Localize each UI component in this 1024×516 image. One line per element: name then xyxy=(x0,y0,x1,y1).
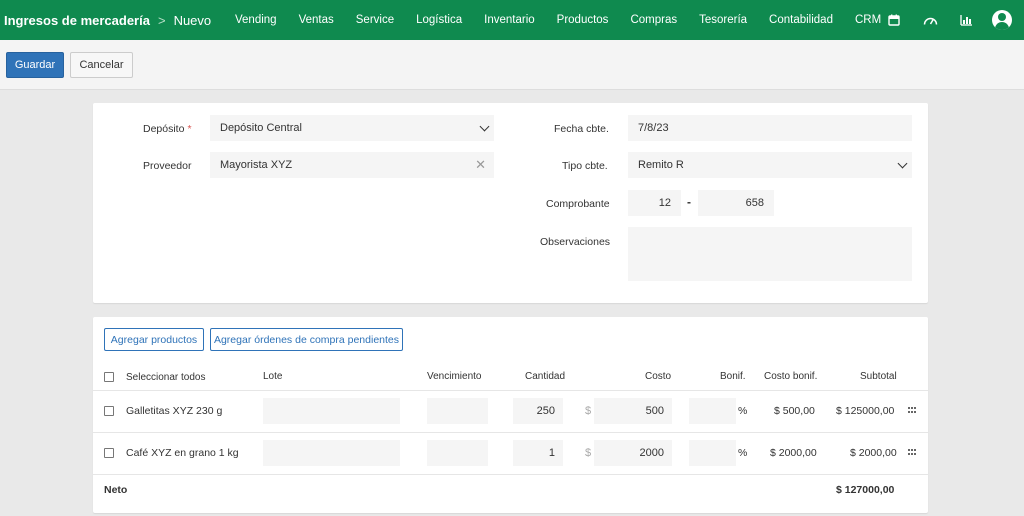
breadcrumb-current: Nuevo xyxy=(173,12,212,28)
costo-bonif-value: $ 2000,00 xyxy=(770,447,817,459)
costo-input[interactable]: 500 xyxy=(594,398,672,424)
lote-input[interactable] xyxy=(263,398,400,424)
add-products-button[interactable]: Agregar productos xyxy=(104,328,204,351)
nav-item-productos[interactable]: Productos xyxy=(557,14,609,26)
observaciones-label: Observaciones xyxy=(540,236,611,248)
column-header-bonif: Bonif. xyxy=(720,371,746,382)
column-header-vencimiento: Vencimiento xyxy=(427,371,482,382)
user-icon[interactable] xyxy=(992,10,1012,30)
row-checkbox[interactable] xyxy=(104,448,114,458)
tipo-value: Remito R xyxy=(638,159,684,171)
comprobante-numero-input[interactable]: 658 xyxy=(698,190,774,216)
neto-value: $ 127000,00 xyxy=(836,484,895,496)
bonif-input[interactable] xyxy=(689,440,736,466)
lote-input[interactable] xyxy=(263,440,400,466)
nav-item-vending[interactable]: Vending xyxy=(235,14,277,26)
proveedor-field[interactable]: Mayorista XYZ ✕ xyxy=(210,152,494,178)
nav-icons xyxy=(884,0,1024,40)
proveedor-value: Mayorista XYZ xyxy=(220,159,293,171)
currency-symbol: $ xyxy=(585,405,592,417)
fecha-value: 7/8/23 xyxy=(638,122,669,134)
module-title[interactable]: Ingresos de mercadería xyxy=(4,13,150,28)
proveedor-label: Proveedor xyxy=(143,160,192,172)
required-marker: * xyxy=(187,123,192,135)
observaciones-textarea[interactable] xyxy=(628,227,912,281)
percent-symbol: % xyxy=(738,405,748,417)
clear-icon[interactable]: ✕ xyxy=(475,157,486,173)
nav-item-tesoreria[interactable]: Tesorería xyxy=(699,14,747,26)
select-all-label: Seleccionar todos xyxy=(126,372,206,383)
nav-item-compras[interactable]: Compras xyxy=(630,14,677,26)
cantidad-input[interactable]: 250 xyxy=(513,398,563,424)
chart-icon[interactable] xyxy=(956,10,976,30)
nav-item-contabilidad[interactable]: Contabilidad xyxy=(769,14,833,26)
column-header-cantidad: Cantidad xyxy=(525,371,566,382)
tipo-label: Tipo cbte. xyxy=(562,160,608,172)
comprobante-dash: - xyxy=(687,195,691,209)
vencimiento-input[interactable] xyxy=(427,440,488,466)
row-checkbox[interactable] xyxy=(104,406,114,416)
add-pending-orders-button[interactable]: Agregar órdenes de compra pendientes xyxy=(210,328,403,351)
top-nav-bar: Ingresos de mercadería > Nuevo Vending V… xyxy=(0,0,1024,40)
chevron-down-icon xyxy=(897,158,908,169)
neto-label: Neto xyxy=(104,484,128,496)
comprobante-label: Comprobante xyxy=(546,198,610,210)
product-name: Galletitas XYZ 230 g xyxy=(126,405,223,417)
product-name: Café XYZ en grano 1 kg xyxy=(126,447,239,459)
costo-input[interactable]: 2000 xyxy=(594,440,672,466)
dashboard-icon[interactable] xyxy=(920,10,940,30)
deposito-label: Depósito * xyxy=(143,123,192,135)
tipo-select[interactable]: Remito R xyxy=(628,152,912,178)
bonif-input[interactable] xyxy=(689,398,736,424)
deposito-select[interactable]: Depósito Central xyxy=(210,115,494,141)
select-all-checkbox[interactable] xyxy=(104,372,114,382)
action-toolbar: Guardar Cancelar xyxy=(0,40,1024,90)
nav-item-logistica[interactable]: Logística xyxy=(416,14,462,26)
column-header-lote: Lote xyxy=(263,371,283,382)
row-divider xyxy=(93,474,928,475)
nav-item-inventario[interactable]: Inventario xyxy=(484,14,535,26)
fecha-input[interactable]: 7/8/23 xyxy=(628,115,912,141)
currency-symbol: $ xyxy=(585,447,592,459)
calendar-icon[interactable] xyxy=(884,10,904,30)
comprobante-punto-input[interactable]: 12 xyxy=(628,190,681,216)
cantidad-input[interactable]: 1 xyxy=(513,440,563,466)
vencimiento-input[interactable] xyxy=(427,398,488,424)
row-divider xyxy=(93,390,928,391)
column-header-costo-bonif: Costo bonif. xyxy=(764,371,818,382)
deposito-value: Depósito Central xyxy=(220,122,302,134)
nav-item-service[interactable]: Service xyxy=(356,14,394,26)
receipt-form-card: Depósito * Depósito Central Proveedor May… xyxy=(93,103,928,303)
column-header-subtotal: Subtotal xyxy=(860,371,897,382)
cancel-button[interactable]: Cancelar xyxy=(70,52,133,78)
percent-symbol: % xyxy=(738,447,748,459)
drag-handle-icon[interactable] xyxy=(908,407,918,415)
row-divider xyxy=(93,432,928,433)
save-button[interactable]: Guardar xyxy=(6,52,64,78)
column-header-costo: Costo xyxy=(645,371,672,382)
subtotal-value: $ 2000,00 xyxy=(850,447,897,459)
drag-handle-icon[interactable] xyxy=(908,449,918,457)
costo-bonif-value: $ 500,00 xyxy=(774,405,815,417)
nav-item-ventas[interactable]: Ventas xyxy=(299,14,334,26)
fecha-label: Fecha cbte. xyxy=(554,123,609,135)
chevron-down-icon xyxy=(479,121,490,132)
nav-item-crm[interactable]: CRM xyxy=(855,14,881,26)
items-card: Agregar productos Agregar órdenes de com… xyxy=(93,317,928,513)
main-nav: Vending Ventas Service Logística Inventa… xyxy=(235,0,903,40)
breadcrumb-separator: > xyxy=(157,12,166,28)
comprobante-punto-value: 12 xyxy=(658,197,671,209)
comprobante-numero-value: 658 xyxy=(745,197,764,209)
subtotal-value: $ 125000,00 xyxy=(836,405,895,417)
